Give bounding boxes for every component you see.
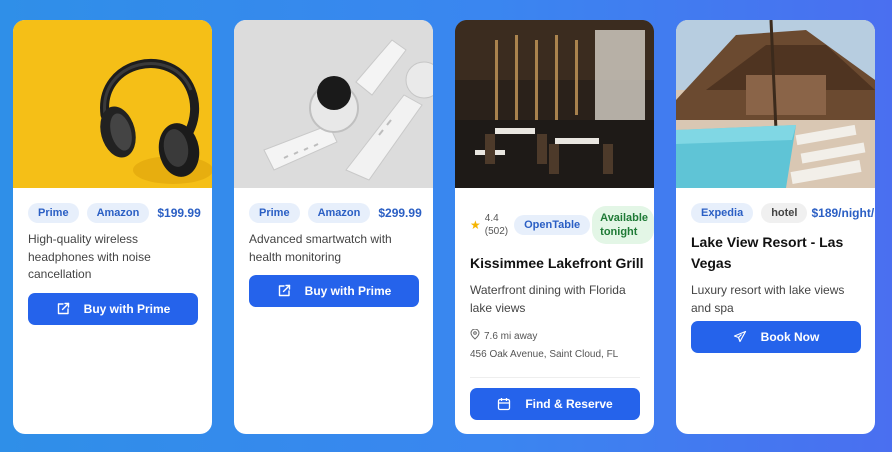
find-reserve-button[interactable]: Find & Reserve — [470, 388, 640, 420]
external-link-icon — [277, 284, 291, 298]
star-icon: ★ — [470, 217, 481, 232]
rating: ★ 4.4 (502) — [470, 212, 508, 238]
product-card-smartwatch: Prime Amazon $299.99 Advanced smartwatch… — [234, 20, 433, 434]
external-link-icon — [56, 302, 70, 316]
distance-text: 7.6 mi away — [484, 330, 538, 342]
tag-amazon: Amazon — [307, 203, 371, 223]
price: $299.99 — [378, 206, 422, 220]
button-label: Book Now — [760, 330, 820, 344]
divider — [470, 377, 640, 378]
button-label: Buy with Prime — [83, 302, 171, 316]
tag-row: Prime Amazon $199.99 — [28, 203, 212, 223]
product-description: Advanced smartwatch with health monitori… — [249, 232, 392, 264]
tag-prime: Prime — [249, 203, 300, 223]
product-card-headphones: Prime Amazon $199.99 High-quality wirele… — [13, 20, 212, 434]
tag-opentable: OpenTable — [514, 215, 591, 235]
rating-count: (502) — [484, 226, 509, 237]
address: 456 Oak Avenue, Saint Cloud, FL — [470, 349, 619, 360]
headphones-image — [13, 20, 212, 188]
location-pin-icon — [470, 328, 480, 343]
calendar-icon — [497, 397, 511, 411]
book-now-button[interactable]: Book Now — [691, 321, 861, 353]
tag-row: Expedia hotel $189/night/n — [691, 203, 875, 223]
hotel-description: Luxury resort with lake views and spa — [691, 283, 845, 315]
restaurant-description: Waterfront dining with Florida lake view… — [470, 283, 626, 315]
restaurant-image — [455, 20, 654, 188]
price: $189/night/n — [811, 206, 875, 220]
distance: 7.6 mi away — [470, 328, 654, 343]
buy-with-prime-button[interactable]: Buy with Prime — [249, 275, 419, 307]
smartwatch-image — [234, 20, 433, 188]
buy-with-prime-button[interactable]: Buy with Prime — [28, 293, 198, 325]
restaurant-title: Kissimmee Lakefront Grill — [470, 255, 644, 271]
price: $199.99 — [157, 206, 201, 220]
tag-hotel: hotel — [761, 203, 808, 223]
hotel-card: Expedia hotel $189/night/n Lake View Res… — [676, 20, 875, 434]
tag-prime: Prime — [28, 203, 79, 223]
button-label: Find & Reserve — [525, 397, 613, 411]
restaurant-card: ★ 4.4 (502) OpenTable Available tonight … — [455, 20, 654, 434]
product-description: High-quality wireless headphones with no… — [28, 232, 151, 281]
hotel-title: Lake View Resort - Las Vegas — [691, 234, 844, 271]
availability-badge: Available tonight — [592, 206, 654, 244]
button-label: Buy with Prime — [304, 284, 392, 298]
tag-amazon: Amazon — [86, 203, 150, 223]
airplane-icon — [733, 330, 747, 344]
tag-expedia: Expedia — [691, 203, 754, 223]
resort-image — [676, 20, 875, 188]
tag-row: ★ 4.4 (502) OpenTable Available tonight — [470, 206, 654, 244]
rating-value: 4.4 — [484, 213, 499, 224]
tag-row: Prime Amazon $299.99 — [249, 203, 433, 223]
